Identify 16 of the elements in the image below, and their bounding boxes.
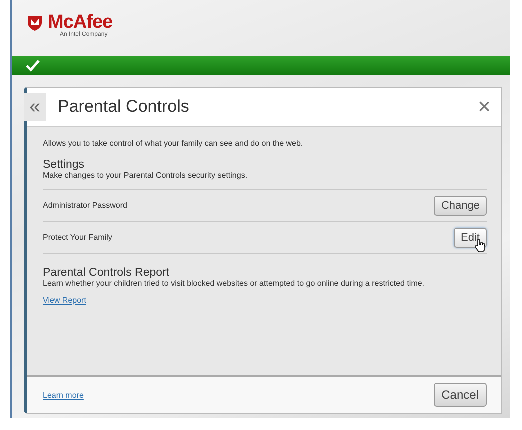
cancel-button[interactable]: Cancel: [434, 383, 487, 407]
intro-text: Allows you to take control of what your family can see and do on the web.: [43, 139, 304, 148]
view-report-link[interactable]: View Report: [43, 296, 86, 305]
setting-button[interactable]: Change: [434, 196, 487, 216]
dialog-title: Parental Controls: [58, 97, 190, 117]
section-description: Learn whether your children tried to visit blocked websites or attempted to go online during a restricted time.: [43, 279, 426, 288]
close-button[interactable]: ×: [478, 94, 491, 120]
setting-label: Protect Your Family: [43, 233, 112, 242]
shield-logo-icon: [26, 14, 44, 32]
section-description: Make changes to your Parental Controls security settings.: [43, 171, 249, 180]
setting-label: Administrator Password: [43, 201, 128, 210]
section-heading: Settings: [43, 159, 86, 171]
brand-name: McAfee: [48, 14, 113, 32]
learn-more-link[interactable]: Learn more: [43, 390, 84, 400]
back-button[interactable]: «: [24, 93, 46, 121]
section-heading: Parental Controls Report: [43, 267, 171, 279]
